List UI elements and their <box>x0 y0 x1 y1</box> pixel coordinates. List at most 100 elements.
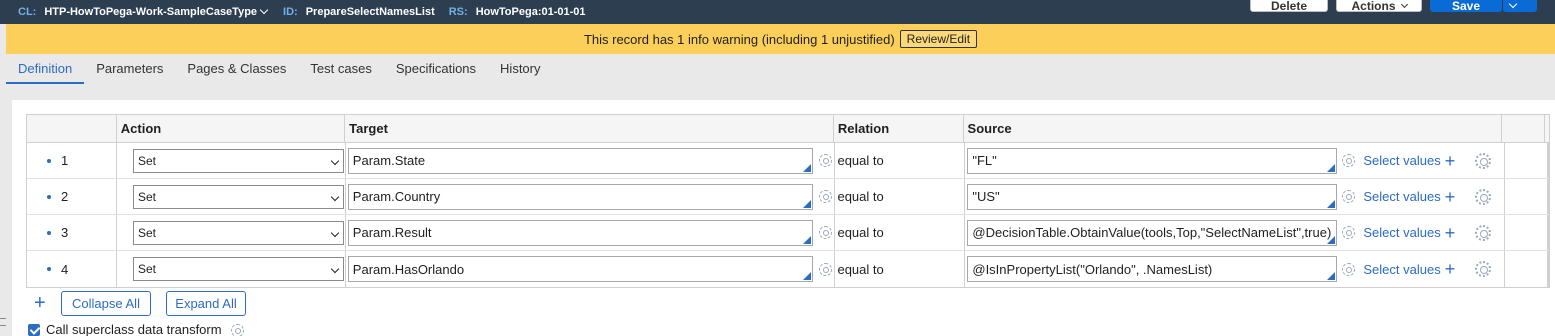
save-menu-button[interactable] <box>1503 0 1537 12</box>
settings-gear-icon[interactable] <box>1475 261 1492 277</box>
column-header-source: Source <box>964 115 1503 142</box>
settings-gear-icon[interactable] <box>1475 188 1492 205</box>
target-gear-icon[interactable] <box>818 154 832 167</box>
table-row: 1 Set Param.State equal to "FL" Select va… <box>27 143 1549 179</box>
resize-handle-icon[interactable] <box>1327 235 1336 244</box>
action-select[interactable]: Set <box>132 220 344 245</box>
review-edit-button[interactable]: Review/Edit <box>899 30 978 48</box>
column-header-number <box>27 115 117 142</box>
target-cell: Param.HasOrlando <box>346 251 836 287</box>
save-button[interactable]: Save <box>1430 0 1502 13</box>
select-values-link[interactable]: Select values + <box>1363 152 1455 170</box>
plus-icon: + <box>1444 259 1456 279</box>
bullet-icon <box>47 230 51 235</box>
bullet-icon <box>47 267 51 271</box>
source-value: "US" <box>972 189 1000 204</box>
tab-definition[interactable]: Definition <box>6 61 85 84</box>
chevron-down-icon <box>330 156 340 165</box>
target-input[interactable]: Param.Country <box>347 183 813 210</box>
select-values-link[interactable]: Select values + <box>1363 224 1455 242</box>
column-header-action: Action <box>117 115 346 142</box>
select-values-link[interactable]: Select values + <box>1363 260 1455 278</box>
row-number: 3 <box>61 225 69 240</box>
action-value: Set <box>137 262 156 276</box>
table-row: 4 Set Param.HasOrlando equal to @IsInPro… <box>27 251 1549 287</box>
record-header: CL: HTP-HowToPega-Work-SampleCaseType ID… <box>0 0 1555 24</box>
target-value: Param.HasOrlando <box>352 261 465 277</box>
select-values-label: Select values <box>1363 153 1441 168</box>
collapse-all-button[interactable]: Collapse All <box>61 291 151 316</box>
bullet-icon <box>47 158 51 163</box>
source-input[interactable]: "US" <box>967 183 1338 210</box>
source-gear-icon[interactable] <box>1342 226 1356 239</box>
class-value[interactable]: HTP-HowToPega-Work-SampleCaseType <box>44 6 257 18</box>
expand-all-button[interactable]: Expand All <box>166 291 246 316</box>
settings-gear-icon[interactable] <box>1475 224 1492 241</box>
row-number: 1 <box>61 153 69 168</box>
resize-handle-icon[interactable] <box>802 163 811 172</box>
column-header-target: Target <box>345 115 834 142</box>
delete-cell <box>1547 143 1549 178</box>
params-cell <box>1505 251 1548 287</box>
actions-button[interactable]: Actions <box>1336 0 1422 13</box>
tab-specifications[interactable]: Specifications <box>384 61 488 84</box>
superclass-gear-icon[interactable] <box>231 324 244 336</box>
target-gear-icon[interactable] <box>818 190 832 203</box>
relation-cell: equal to <box>835 179 966 214</box>
chevron-down-icon <box>330 264 340 274</box>
tab-test-cases[interactable]: Test cases <box>298 61 383 84</box>
column-header-params <box>1502 115 1545 142</box>
relation-cell: equal to <box>835 251 966 287</box>
source-gear-icon[interactable] <box>1342 262 1356 276</box>
source-gear-icon[interactable] <box>1342 190 1356 203</box>
resize-handle-icon[interactable] <box>802 272 811 280</box>
target-input[interactable]: Param.State <box>347 147 813 174</box>
delete-button[interactable]: Delete <box>1250 0 1328 13</box>
resize-handle-icon[interactable] <box>1327 272 1336 280</box>
save-label: Save <box>1451 0 1481 13</box>
target-input[interactable]: Param.HasOrlando <box>347 256 813 282</box>
table-row: 3 Set Param.Result equal to @DecisionTab… <box>27 215 1549 251</box>
target-input[interactable]: Param.Result <box>347 219 813 246</box>
delete-cell <box>1547 179 1549 214</box>
target-gear-icon[interactable] <box>818 262 832 276</box>
plus-icon: + <box>1444 222 1456 243</box>
chevron-down-icon[interactable] <box>259 5 269 15</box>
add-row-plus-icon[interactable]: + <box>34 293 46 313</box>
data-transform-grid: Action Target Relation Source 1 Set Para… <box>26 114 1550 288</box>
superclass-checkbox[interactable] <box>28 324 40 336</box>
tab-history[interactable]: History <box>488 61 552 84</box>
action-select[interactable]: Set <box>132 257 344 281</box>
tab-parameters[interactable]: Parameters <box>84 61 175 84</box>
source-gear-icon[interactable] <box>1342 154 1356 167</box>
action-cell: Set <box>117 215 346 250</box>
settings-gear-icon[interactable] <box>1475 152 1492 169</box>
source-input[interactable]: "FL" <box>967 147 1338 174</box>
tab-pages-classes[interactable]: Pages & Classes <box>175 61 298 84</box>
plus-icon: + <box>1444 186 1456 207</box>
column-header-delete <box>1545 115 1549 142</box>
resize-handle-icon[interactable] <box>802 199 811 208</box>
source-input[interactable]: @IsInPropertyList("Orlando", .NamesList) <box>967 256 1338 282</box>
class-key: CL: <box>18 6 37 18</box>
action-value: Set <box>137 189 156 204</box>
target-gear-icon[interactable] <box>818 226 832 239</box>
source-cell: "FL" Select values + <box>965 143 1506 178</box>
action-select[interactable]: Set <box>132 148 344 173</box>
chevron-down-icon <box>1508 0 1518 9</box>
resize-handle-icon[interactable] <box>1327 163 1336 172</box>
row-number-cell: 1 <box>27 143 117 178</box>
relation-cell: equal to <box>835 215 966 250</box>
source-input[interactable]: @DecisionTable.ObtainValue(tools,Top,"Se… <box>967 219 1338 246</box>
resize-handle-icon[interactable] <box>802 235 811 244</box>
target-value: Param.State <box>352 153 426 168</box>
action-select[interactable]: Set <box>132 184 344 209</box>
select-values-label: Select values <box>1363 261 1441 277</box>
select-values-link[interactable]: Select values + <box>1363 188 1455 206</box>
params-cell <box>1505 215 1548 250</box>
params-cell <box>1505 143 1548 178</box>
select-values-label: Select values <box>1363 189 1441 204</box>
row-number: 4 <box>61 261 69 277</box>
resize-handle-icon[interactable] <box>1327 199 1336 208</box>
drag-handle-icon <box>0 318 6 326</box>
